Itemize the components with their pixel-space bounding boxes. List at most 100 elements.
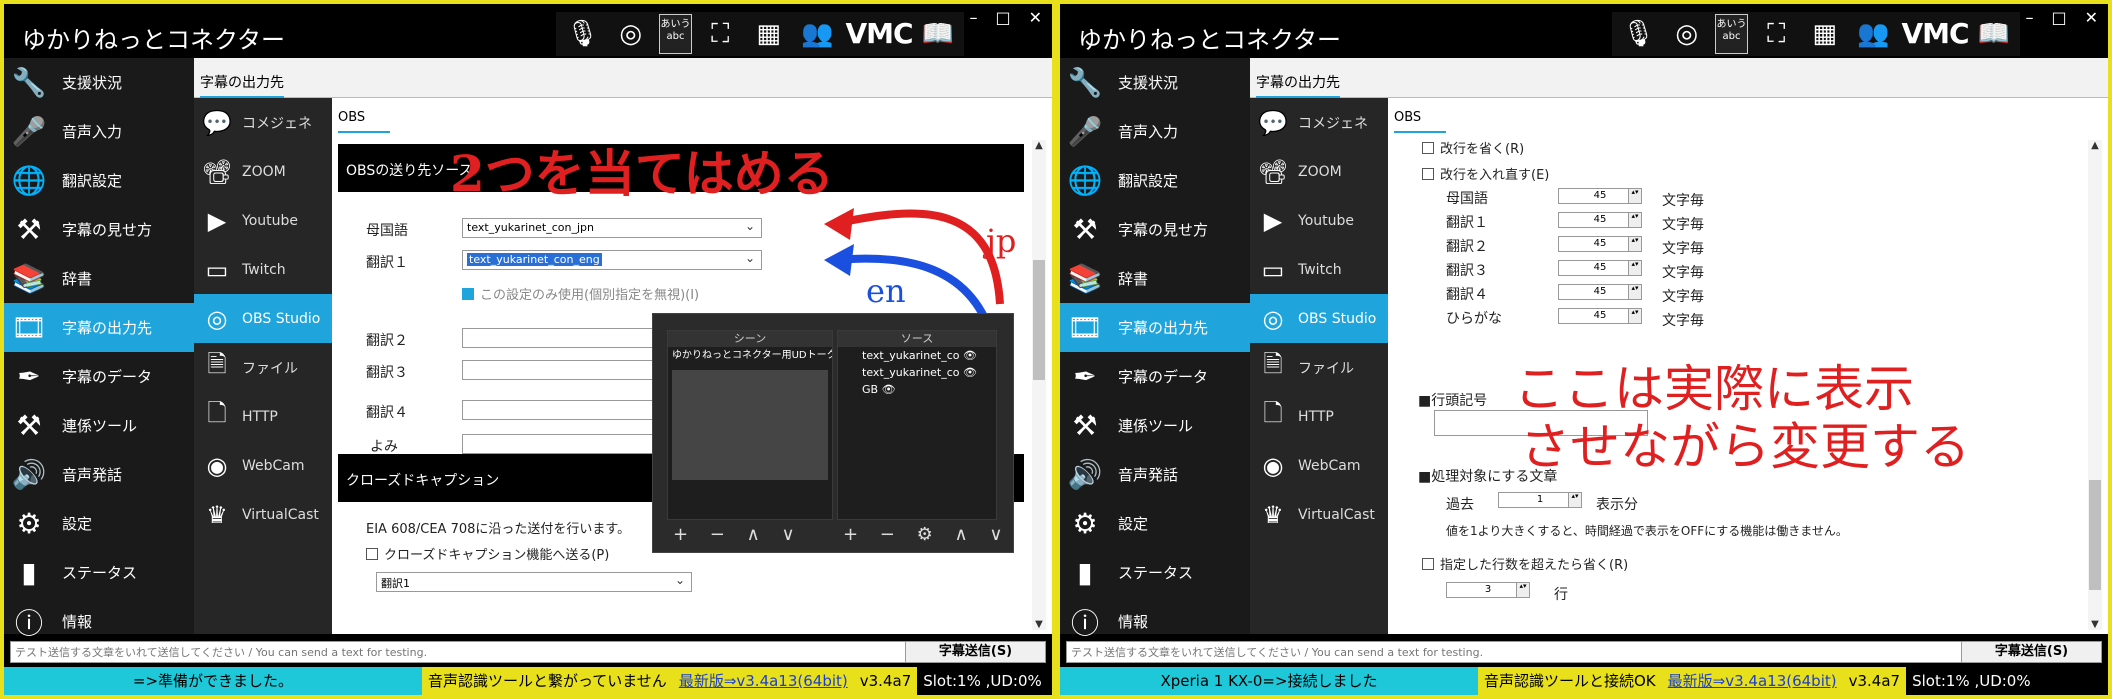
sub-item-obs[interactable]: ◎ OBS Studio [1250, 294, 1388, 343]
obs-source-item[interactable]: GB 👁 [838, 381, 996, 398]
sidebar-item-translation[interactable]: 🌐 翻訳設定 [1060, 156, 1250, 205]
tab-output[interactable]: 字幕の出力先 [1256, 72, 1340, 98]
sidebar-item-info[interactable]: ⓘ 情報 [1060, 597, 1250, 646]
scroll-thumb[interactable] [2089, 480, 2101, 590]
test-text-input[interactable] [1067, 642, 1957, 662]
grid-icon[interactable]: ▦ [1804, 14, 1845, 54]
past-unit: 表示分 [1596, 497, 1638, 513]
sidebar-item-voice-input[interactable]: 🎤 音声入力 [1060, 107, 1250, 156]
pen-icon: ✒ [1073, 360, 1097, 393]
scroll-up-icon[interactable]: ▲ [2088, 140, 2102, 151]
line-count-stepper[interactable]: 3 [1446, 582, 1530, 598]
title-bar: ゆかりねっとコネクター 🎙 ◎ あいう abc ⛶ ▦ 👥 VMC 📖 – □ ✕ [1060, 4, 2108, 58]
sub-item-twitch[interactable]: ▭ Twitch [1250, 245, 1388, 294]
comment-icon: 💬 [1258, 108, 1288, 137]
chars-per-line-stepper[interactable]: 45 [1558, 260, 1642, 276]
obs-scenes: シーン ゆかりねっとコネクター用UDトーク字幕 [667, 330, 833, 520]
annotation-jp: jp [986, 222, 1017, 260]
test-text-input[interactable] [11, 642, 901, 662]
past-note: 値を1より大きくすると、時間経過で表示をOFFにする機能は働きません。 [1446, 524, 1848, 538]
row-unit: 文字毎 [1662, 241, 1704, 257]
eye-icon[interactable]: 👁 [963, 349, 977, 362]
tools-icon: ⚒ [1072, 409, 1098, 442]
sub-item-http[interactable]: 🗋 HTTP [1250, 392, 1388, 441]
sidebar-item-linked-tools[interactable]: ⚒ 連係ツール [1060, 401, 1250, 450]
reinsert-newline-checkbox[interactable]: 改行を入れ直す(E) [1422, 164, 1549, 183]
minimize-button[interactable]: – [2025, 8, 2033, 27]
process-title: ■処理対象にする文章 [1418, 469, 1558, 485]
sidebar-item-settings[interactable]: ⚙ 設定 [1060, 499, 1250, 548]
sub-item-virtualcast[interactable]: ♛ VirtualCast [1250, 490, 1388, 539]
microphone-icon: 🎤 [1067, 115, 1103, 148]
book-open-icon[interactable]: 📖 [1973, 14, 2014, 54]
obs-source-item[interactable]: text_yukarinet_co 👁 [838, 364, 996, 381]
eye-icon[interactable]: 👁 [963, 366, 977, 379]
sidebar-item-support[interactable]: 🔧 支援状況 [1060, 58, 1250, 107]
app-title: ゆかりねっとコネクター [1078, 26, 1342, 54]
obs-icon[interactable]: ◎ [1667, 14, 1708, 54]
scroll-down-icon[interactable]: ▼ [2088, 619, 2102, 630]
users-icon[interactable]: 👥 [1853, 14, 1894, 54]
past-count-stepper[interactable]: 1 [1498, 492, 1582, 508]
status-tool: 音声認識ツールと繋がっていません [422, 667, 673, 695]
obs-scene-tools[interactable]: + − ∧ ∨ [673, 524, 803, 545]
annotation-en: en [866, 272, 906, 310]
obs-scene-item[interactable]: ゆかりねっとコネクター用UDトーク字幕 [668, 347, 832, 364]
test-input-row: 字幕送信(S) [1066, 641, 2102, 663]
tab-obs[interactable]: OBS [1394, 110, 1446, 133]
chars-per-line-stepper[interactable]: 45 [1558, 284, 1642, 300]
omit-lines-checkbox[interactable]: 指定した行数を超えたら省く(R) [1422, 554, 1628, 573]
eye-icon[interactable]: 👁 [882, 383, 896, 396]
chars-per-line-stepper[interactable]: 45 [1558, 188, 1642, 204]
status-version: v3.4a7 [1842, 667, 1907, 695]
status-tool: 音声認識ツールと接続OK [1478, 667, 1662, 695]
row-unit: 文字毎 [1662, 313, 1704, 329]
row-label: 翻訳２ [1446, 239, 1488, 255]
send-subtitle-button[interactable]: 字幕送信(S) [905, 642, 1045, 662]
vmc-icon[interactable]: VMC [1901, 14, 1969, 54]
sidebar-item-data[interactable]: ✒ 字幕のデータ [1060, 352, 1250, 401]
sub-item-youtube[interactable]: ▶ Youtube [1250, 196, 1388, 245]
chars-per-line-stepper[interactable]: 45 [1558, 236, 1642, 252]
row-label: 翻訳４ [1446, 287, 1488, 303]
chars-per-line-stepper[interactable]: 45 [1558, 308, 1642, 324]
kana-abc-icon[interactable]: あいう abc [1715, 14, 1748, 54]
update-link[interactable]: 最新版⇒v3.4a13(64bit) [1661, 667, 1843, 695]
content-panel: OBS 改行を省く(R) 改行を入れ直す(E) 母国語 45 文字毎 翻訳１ 4… [1388, 98, 2108, 634]
info-icon: ⓘ [1070, 606, 1099, 640]
sidebar-item-status[interactable]: ▮ ステータス [1060, 548, 1250, 597]
avatar-icon: ♛ [1262, 500, 1284, 529]
vertical-scrollbar[interactable]: ▲ ▼ [2088, 140, 2102, 630]
status-bar: Xperia 1 KX-0=>接続しました 音声認識ツールと接続OK 最新版⇒v… [1060, 667, 2108, 695]
sub-item-zoom[interactable]: 📽 ZOOM [1250, 147, 1388, 196]
remove-newline-checkbox[interactable]: 改行を省く(R) [1422, 138, 1524, 157]
sub-item-comment-gene[interactable]: 💬 コメジェネ [1250, 98, 1388, 147]
row-unit: 文字毎 [1662, 193, 1704, 209]
page-header: 字幕の出力先 [1250, 58, 2108, 98]
microphone-icon[interactable]: 🎙 [1618, 14, 1659, 54]
sub-item-file[interactable]: 🗎 ファイル [1250, 343, 1388, 392]
maximize-button[interactable]: □ [2051, 8, 2066, 27]
toolbar: 🎙 ◎ あいう abc ⛶ ▦ 👥 VMC 📖 [1612, 12, 2020, 56]
obs-source-tools[interactable]: + − ⚙ ∧ ∨ [843, 524, 1011, 545]
play-icon: ▶ [1263, 206, 1283, 235]
subtitle-abc-icon[interactable]: ⛶ [1756, 14, 1797, 54]
sidebar-item-output[interactable]: 🎞 字幕の出力先 [1060, 303, 1250, 352]
html-icon: 🗋 [1263, 399, 1283, 427]
sub-item-webcam[interactable]: ◉ WebCam [1250, 441, 1388, 490]
send-subtitle-button[interactable]: 字幕送信(S) [1961, 642, 2101, 662]
chars-per-line-stepper[interactable]: 45 [1558, 212, 1642, 228]
tools-icon: ⚒ [1072, 213, 1098, 246]
update-link[interactable]: 最新版⇒v3.4a13(64bit) [672, 667, 854, 695]
webcam-icon: ◉ [1262, 451, 1284, 480]
close-button[interactable]: ✕ [2085, 8, 2098, 27]
sidebar-item-speech[interactable]: 🔊 音声発話 [1060, 450, 1250, 499]
obs-preview-blur [672, 370, 828, 480]
sidebar-item-appearance[interactable]: ⚒ 字幕の見せ方 [1060, 205, 1250, 254]
obs-source-item[interactable]: text_yukarinet_co 👁 [838, 347, 996, 364]
annotation-change-while-displaying: ここは実際に表示 させながら変更する [1514, 360, 1970, 476]
presentation-icon: 📽 [1257, 157, 1289, 186]
sidebar-item-dictionary[interactable]: 📚 辞書 [1060, 254, 1250, 303]
main-sidebar: 🔧 支援状況 🎤 音声入力 🌐 翻訳設定 ⚒ 字幕の見せ方 📚 辞書 🎞 字幕の出力先 ✒ 字… [1060, 58, 1250, 640]
test-input-row: 字幕送信(S) [10, 641, 1046, 663]
